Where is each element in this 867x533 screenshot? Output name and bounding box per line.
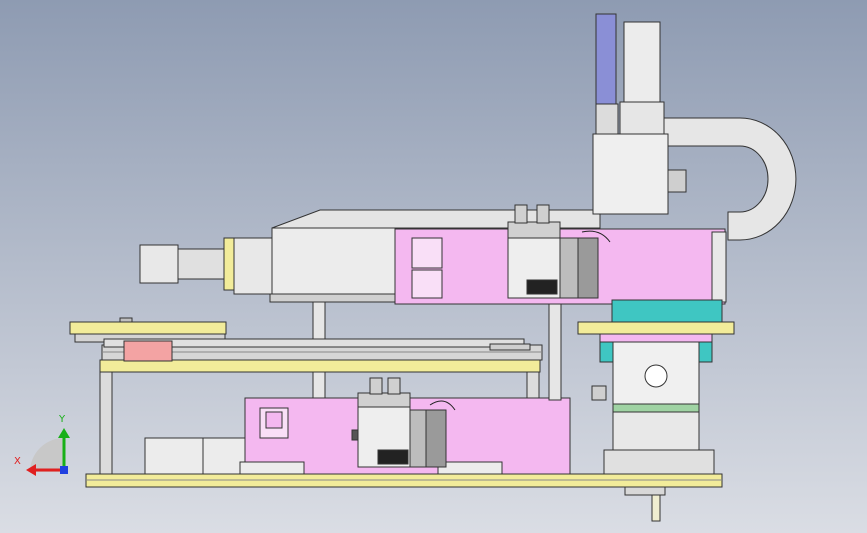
cad-viewport[interactable]: Y X xyxy=(0,0,867,533)
coordinate-triad xyxy=(26,428,70,476)
assembly-drawing xyxy=(26,13,797,522)
output-shaft xyxy=(624,486,666,522)
vertical-motor-column xyxy=(592,13,687,215)
base-plate xyxy=(85,473,723,488)
left-tray xyxy=(69,317,227,343)
axis-y-label: Y xyxy=(59,414,66,425)
base-gray-boxes xyxy=(144,437,246,475)
axis-x-label: X xyxy=(14,456,21,467)
horizontal-motor xyxy=(139,237,287,295)
lower-gripper-unit xyxy=(351,377,456,468)
